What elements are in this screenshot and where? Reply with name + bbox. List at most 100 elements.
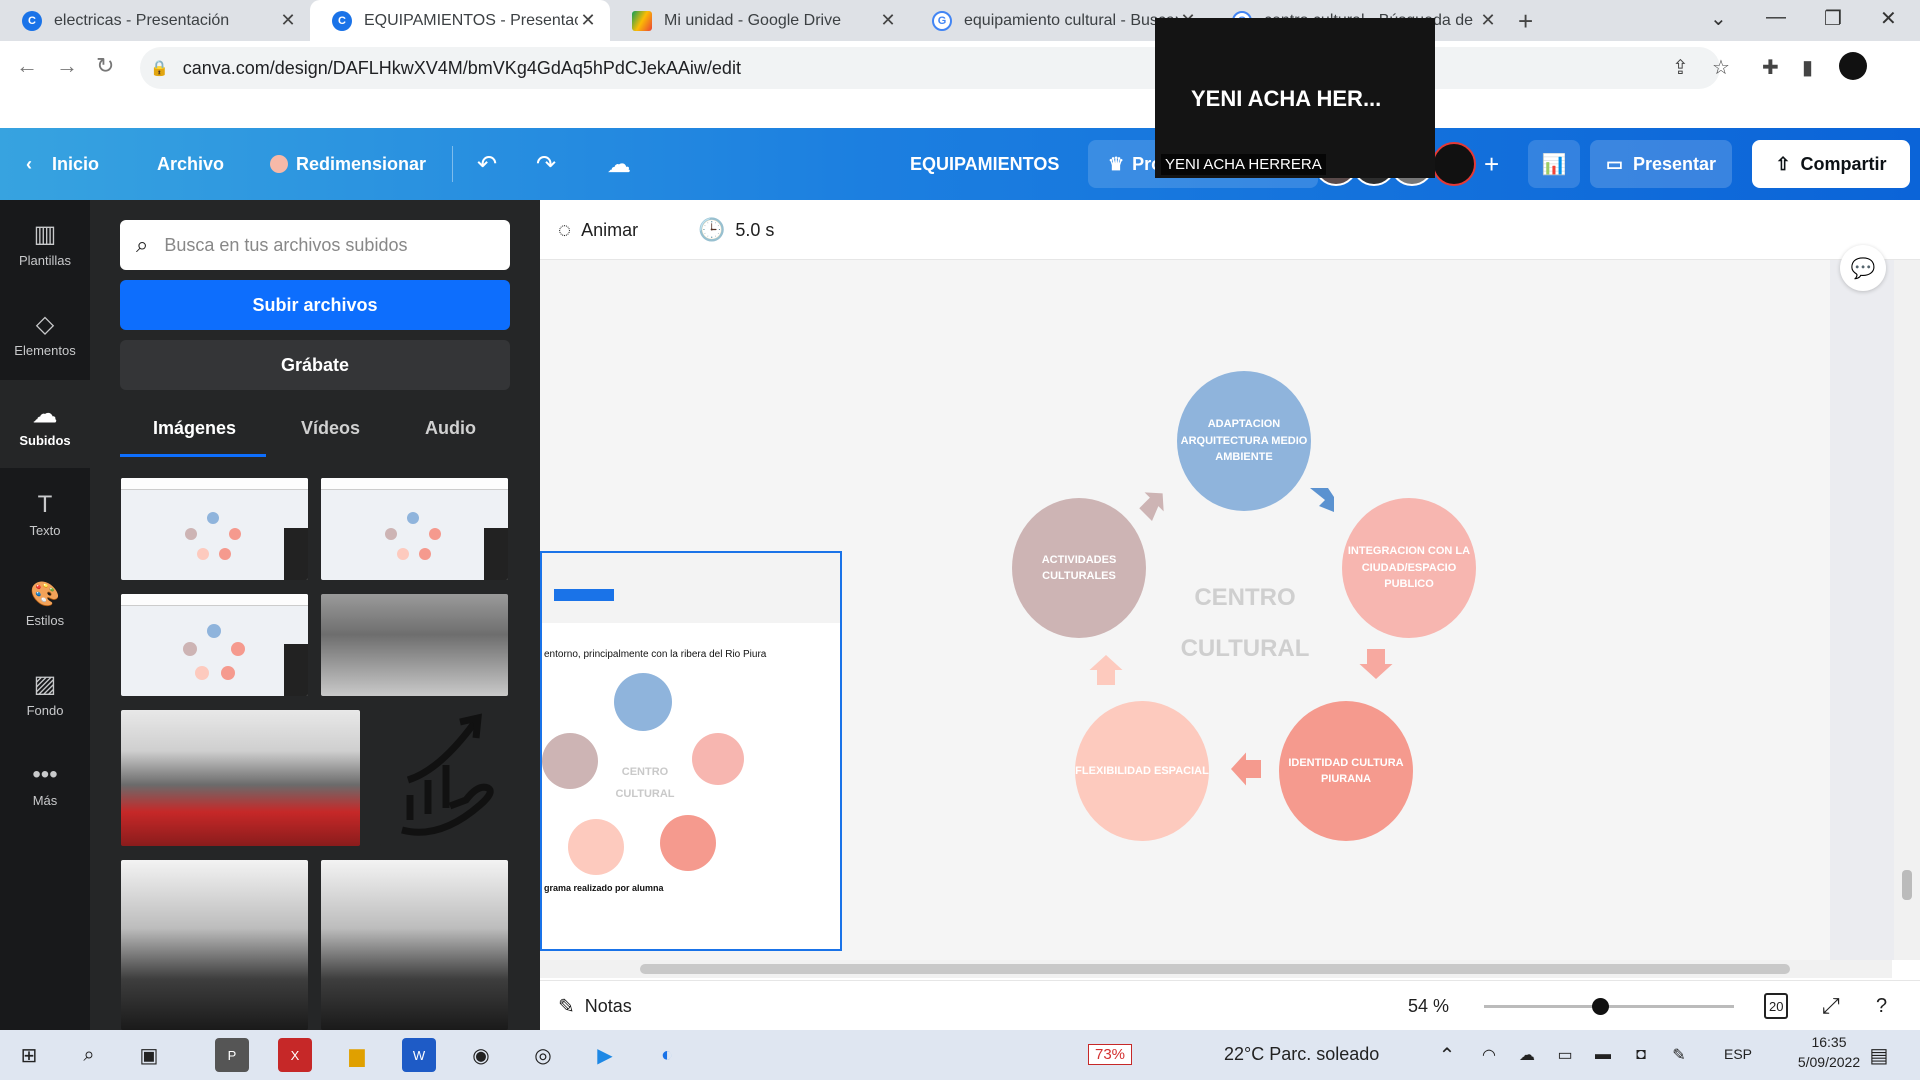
clock[interactable]: 16:35 5/09/2022: [1794, 1034, 1864, 1070]
battery-indicator[interactable]: 73%: [1088, 1044, 1133, 1065]
camera-icon[interactable]: ◘: [1624, 1038, 1658, 1072]
display-icon[interactable]: ▭: [1548, 1038, 1582, 1072]
tab-videos[interactable]: Vídeos: [301, 418, 360, 439]
vertical-scrollbar[interactable]: [1894, 260, 1920, 960]
slide-page[interactable]: ADAPTACION ARQUITECTURA MEDIO AMBIENTE I…: [540, 260, 1830, 960]
search-box[interactable]: ⌕: [120, 220, 510, 270]
upload-thumbnail-plaza-render[interactable]: [321, 594, 508, 696]
upload-thumbnail[interactable]: [321, 478, 508, 580]
wifi-icon[interactable]: ◠: [1472, 1038, 1506, 1072]
scrollbar-thumb[interactable]: [640, 964, 1790, 974]
embedded-screenshot-image[interactable]: entorno, principalmente con la ribera de…: [540, 551, 842, 951]
battery-icon[interactable]: ▬: [1586, 1038, 1620, 1072]
horizontal-scrollbar[interactable]: [540, 960, 1892, 978]
present-button[interactable]: ▭ Presentar: [1590, 140, 1732, 188]
excel-icon[interactable]: X: [278, 1038, 312, 1072]
rail-item-elementos[interactable]: ◇ Elementos: [0, 290, 90, 378]
zoom-percentage[interactable]: 54 %: [1408, 981, 1449, 1031]
cloud-saved-icon[interactable]: ☁: [607, 128, 631, 200]
help-icon[interactable]: ?: [1876, 981, 1887, 1031]
tab-equipamientos[interactable]: C EQUIPAMIENTOS - Presentación ✕: [310, 0, 610, 41]
close-icon[interactable]: ✕: [278, 10, 298, 31]
diagram-center-label[interactable]: CENTRO CULTURAL: [1160, 572, 1330, 674]
tab-search-icon[interactable]: ⌄: [1710, 6, 1727, 31]
arrow-icon[interactable]: [1304, 482, 1340, 518]
reload-icon[interactable]: ↻: [96, 53, 114, 79]
file-explorer-icon[interactable]: ▆: [340, 1038, 374, 1072]
notes-button[interactable]: ✎ Notas: [558, 981, 632, 1031]
tab-imagenes[interactable]: Imágenes: [153, 418, 236, 439]
weather-widget[interactable]: 22°C Parc. soleado: [1224, 1044, 1379, 1065]
add-collaborator-icon[interactable]: +: [1484, 128, 1499, 200]
zoom-slider-track[interactable]: [1484, 1005, 1734, 1008]
task-view-icon[interactable]: ▣: [132, 1038, 166, 1072]
back-icon[interactable]: ←: [16, 53, 38, 79]
rail-item-fondo[interactable]: ▨ Fondo: [0, 650, 90, 738]
bookmark-star-icon[interactable]: ☆: [1712, 55, 1730, 80]
animate-button[interactable]: ◌ Animar: [558, 200, 638, 260]
add-comment-icon[interactable]: 💬: [1840, 245, 1886, 291]
arrow-icon[interactable]: [1358, 646, 1394, 682]
rail-item-texto[interactable]: T Texto: [0, 470, 90, 558]
arrow-icon[interactable]: [1134, 486, 1170, 522]
close-icon[interactable]: ✕: [878, 10, 898, 31]
pen-icon[interactable]: ✎: [1662, 1038, 1696, 1072]
zoom-slider-knob[interactable]: [1592, 998, 1609, 1015]
profile-avatar[interactable]: [1839, 52, 1867, 80]
diagram-node-flexibilidad[interactable]: FLEXIBILIDAD ESPACIAL: [1075, 701, 1209, 841]
language-indicator[interactable]: ESP: [1724, 1046, 1752, 1062]
word-icon[interactable]: W: [402, 1038, 436, 1072]
new-tab-icon[interactable]: +: [1518, 6, 1533, 37]
home-button[interactable]: ‹ Inicio: [26, 128, 99, 200]
restore-icon[interactable]: ❐: [1824, 6, 1842, 31]
rail-item-plantillas[interactable]: ▥ Plantillas: [0, 200, 90, 288]
video-call-overlay[interactable]: YENI ACHA HER... YENI ACHA HERRERA: [1155, 18, 1435, 178]
diagram-node-actividades[interactable]: ACTIVIDADES CULTURALES: [1012, 498, 1146, 638]
collaborator-avatar[interactable]: [1432, 142, 1476, 186]
windows-start-icon[interactable]: ⊞: [12, 1038, 46, 1072]
timing-button[interactable]: 🕒 5.0 s: [698, 200, 774, 260]
undo-icon[interactable]: ↶: [477, 128, 497, 200]
upload-thumbnail-monument-photo[interactable]: [321, 860, 508, 1030]
upload-thumbnail-growth-hand[interactable]: [380, 710, 510, 846]
forward-icon[interactable]: →: [56, 53, 78, 79]
upload-thumbnail-plaza-photo[interactable]: [121, 710, 360, 846]
close-window-icon[interactable]: ✕: [1880, 6, 1897, 31]
diagram-node-integracion[interactable]: INTEGRACION CON LA CIUDAD/ESPACIO PUBLIC…: [1342, 498, 1476, 638]
minimize-icon[interactable]: —: [1766, 6, 1786, 29]
chrome-profile-icon[interactable]: ◎: [526, 1038, 560, 1072]
diagram-node-identidad[interactable]: IDENTIDAD CULTURA PIURANA: [1279, 701, 1413, 841]
address-bar[interactable]: 🔒 canva.com/design/DAFLHkwXV4M/bmVKg4GdA…: [140, 47, 1720, 89]
file-menu-button[interactable]: Archivo: [157, 128, 224, 200]
resize-button[interactable]: Redimensionar: [270, 128, 426, 200]
upload-thumbnail[interactable]: [121, 594, 308, 696]
zoom-app-icon[interactable]: ▶: [588, 1038, 622, 1072]
notifications-icon[interactable]: ▤: [1862, 1038, 1896, 1072]
search-icon[interactable]: ⌕: [72, 1038, 106, 1072]
upload-thumbnail-monument-photo[interactable]: [121, 860, 308, 1030]
insights-chart-icon[interactable]: 📊: [1528, 140, 1580, 188]
close-icon[interactable]: ✕: [578, 10, 598, 31]
tab-electricas[interactable]: C electricas - Presentación ✕: [0, 0, 310, 41]
rail-item-estilos[interactable]: 🎨 Estilos: [0, 560, 90, 648]
edge-icon[interactable]: ◐: [650, 1038, 684, 1072]
extensions-icon[interactable]: ✚: [1762, 55, 1779, 80]
onedrive-icon[interactable]: ☁: [1510, 1038, 1544, 1072]
design-title[interactable]: EQUIPAMIENTOS: [910, 128, 1059, 200]
close-icon[interactable]: ✕: [1478, 10, 1498, 31]
diagram-node-adaptacion[interactable]: ADAPTACION ARQUITECTURA MEDIO AMBIENTE: [1177, 371, 1311, 511]
tab-audio[interactable]: Audio: [425, 418, 476, 439]
tab-drive[interactable]: Mi unidad - Google Drive ✕: [610, 0, 910, 41]
scrollbar-thumb[interactable]: [1902, 870, 1912, 900]
upload-files-button[interactable]: Subir archivos: [120, 280, 510, 330]
search-input[interactable]: [162, 233, 463, 257]
chrome-icon[interactable]: ◉: [464, 1038, 498, 1072]
upload-thumbnail[interactable]: [121, 478, 308, 580]
chevron-up-icon[interactable]: ⌃: [1430, 1038, 1464, 1072]
fullscreen-icon[interactable]: ⤢: [1822, 981, 1840, 1031]
rail-item-mas[interactable]: ••• Más: [0, 740, 90, 828]
powerpoint-icon[interactable]: P: [215, 1038, 249, 1072]
share-page-icon[interactable]: ⇪: [1672, 55, 1689, 80]
arrow-icon[interactable]: [1088, 652, 1124, 688]
page-count-button[interactable]: 20: [1764, 993, 1789, 1019]
